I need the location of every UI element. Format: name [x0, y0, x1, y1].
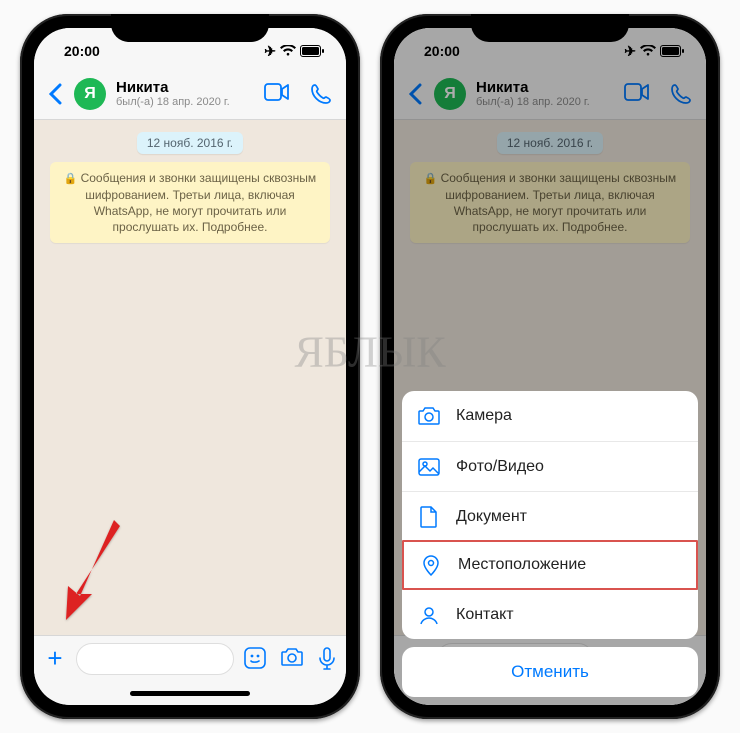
- status-icons-right: ✈︎: [264, 43, 324, 60]
- sticker-button[interactable]: [244, 647, 266, 671]
- action-sheet-options: Камера Фото/Видео Документ: [402, 391, 698, 639]
- attach-button[interactable]: +: [44, 643, 66, 674]
- encryption-notice[interactable]: Сообщения и звонки защищены сквозным шиф…: [50, 162, 330, 243]
- sheet-item-contact[interactable]: Контакт: [402, 589, 698, 639]
- avatar[interactable]: Я: [74, 78, 106, 110]
- contact-name: Никита: [116, 79, 264, 96]
- back-button[interactable]: [48, 83, 66, 105]
- chat-body: 12 нояб. 2016 г. Сообщения и звонки защи…: [34, 120, 346, 635]
- contact-status: был(-а) 18 апр. 2020 г.: [116, 96, 264, 108]
- mic-button[interactable]: [318, 647, 336, 671]
- contact-icon: [418, 605, 440, 625]
- sheet-item-label: Камера: [456, 407, 512, 425]
- document-icon: [418, 506, 440, 528]
- voice-call-button[interactable]: [310, 83, 332, 105]
- chat-header: Я Никита был(-а) 18 апр. 2020 г.: [34, 68, 346, 120]
- sheet-item-location[interactable]: Местоположение: [402, 540, 698, 590]
- phone-left: 20:00 ✈︎ Я Никита был(-а) 18 апр. 2020 г…: [20, 14, 360, 719]
- date-pill: 12 нояб. 2016 г.: [137, 132, 243, 154]
- camera-button[interactable]: [280, 647, 304, 671]
- cancel-button[interactable]: Отменить: [402, 647, 698, 697]
- wifi-icon: [280, 45, 296, 57]
- input-bar: +: [34, 635, 346, 681]
- sheet-item-document[interactable]: Документ: [402, 491, 698, 541]
- sheet-item-label: Местоположение: [458, 556, 586, 574]
- notch: [471, 14, 629, 42]
- sheet-item-label: Документ: [456, 508, 527, 526]
- photo-icon: [418, 458, 440, 476]
- contact-info[interactable]: Никита был(-а) 18 апр. 2020 г.: [116, 79, 264, 108]
- sheet-item-label: Контакт: [456, 606, 514, 624]
- notch: [111, 14, 269, 42]
- airplane-icon: ✈︎: [264, 43, 276, 60]
- message-input[interactable]: [76, 643, 234, 675]
- status-time: 20:00: [64, 43, 100, 59]
- location-icon: [420, 554, 442, 576]
- phone-right: 20:00 ✈︎ Я Никита был(-а) 18 апр. 2020 г…: [380, 14, 720, 719]
- sheet-item-photo[interactable]: Фото/Видео: [402, 441, 698, 491]
- sheet-item-label: Фото/Видео: [456, 458, 544, 476]
- sheet-item-camera[interactable]: Камера: [402, 391, 698, 441]
- home-indicator: [130, 691, 250, 696]
- video-call-button[interactable]: [264, 83, 290, 105]
- camera-icon: [418, 407, 440, 425]
- attachment-action-sheet: Камера Фото/Видео Документ: [402, 391, 698, 697]
- battery-icon: [300, 45, 324, 57]
